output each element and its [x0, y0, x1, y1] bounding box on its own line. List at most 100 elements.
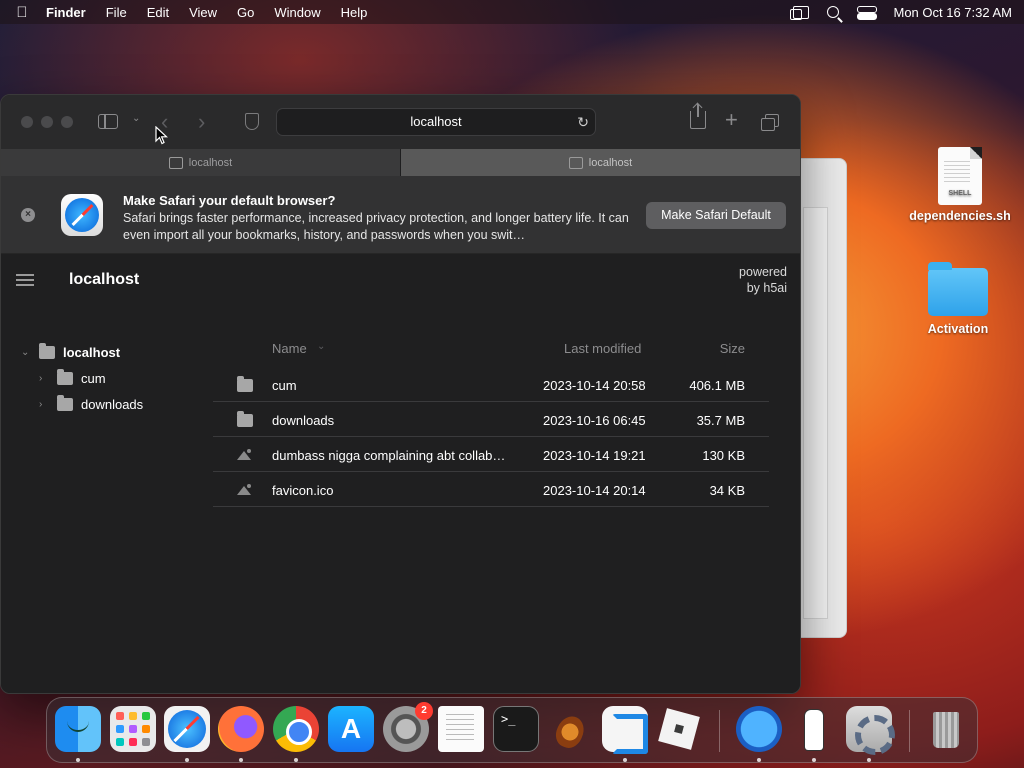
new-tab-button[interactable]: + — [725, 107, 738, 133]
close-banner-icon[interactable]: × — [21, 208, 35, 222]
file-row[interactable]: cum 2023-10-14 20:58 406.1 MB — [213, 367, 769, 402]
desktop-item-label: dependencies.sh — [909, 209, 1011, 223]
make-default-button[interactable]: Make Safari Default — [646, 202, 786, 229]
tab-overview-icon[interactable] — [761, 114, 779, 131]
column-name[interactable]: Name — [272, 341, 307, 356]
dock-settings-icon[interactable] — [846, 706, 895, 755]
dock-garageband-icon[interactable] — [547, 706, 593, 752]
chevron-down-icon[interactable]: ⌄ — [21, 347, 33, 358]
file-modified: 2023-10-14 20:14 — [543, 483, 646, 498]
file-list: Name ⌄ Last modified Size cum 2023-10-14… — [213, 329, 769, 507]
tab-label: localhost — [188, 156, 233, 169]
dock-trash-icon[interactable] — [923, 706, 969, 752]
file-size: 34 KB — [709, 483, 745, 498]
file-row[interactable]: downloads 2023-10-16 06:45 35.7 MB — [213, 402, 769, 437]
file-modified: 2023-10-16 06:45 — [543, 413, 646, 428]
dock-launchpad-icon[interactable] — [110, 706, 156, 752]
notification-badge: 2 — [415, 702, 433, 720]
privacy-shield-icon[interactable] — [245, 113, 259, 130]
menu-file[interactable]: File — [106, 5, 127, 20]
powered-by-label[interactable]: powered by h5ai — [739, 264, 787, 296]
tree-item-root[interactable]: ⌄ localhost — [21, 339, 143, 365]
file-row[interactable]: dumbass nigga complaining abt collab… 20… — [213, 437, 769, 472]
file-size: 406.1 MB — [689, 378, 745, 393]
safari-window: ⌄ ‹ › localhost ↻ + localhost localhost … — [0, 94, 801, 694]
chevron-down-icon[interactable]: ⌄ — [132, 113, 140, 124]
dock-terminal-icon[interactable]: >_ — [493, 706, 539, 752]
menu-bar:  Finder File Edit View Go Window Help M… — [0, 0, 1024, 24]
dock-utility-icon[interactable] — [736, 706, 782, 752]
forward-button[interactable]: › — [198, 109, 205, 135]
tab-localhost-2[interactable]: localhost — [400, 149, 800, 176]
menu-go[interactable]: Go — [237, 5, 254, 20]
banner-text: Safari brings faster performance, increa… — [123, 211, 629, 242]
dock-vscode-icon[interactable] — [602, 706, 648, 754]
desktop-item-activation[interactable]: Activation — [908, 262, 1008, 336]
shell-script-icon: SHELL — [938, 147, 982, 205]
file-name[interactable]: favicon.ico — [272, 483, 512, 498]
desktop-item-label: Activation — [927, 322, 989, 336]
page-title[interactable]: localhost — [69, 271, 139, 289]
menu-app-name[interactable]: Finder — [46, 5, 86, 20]
sidebar-toggle-icon[interactable] — [98, 114, 118, 129]
share-icon[interactable] — [690, 104, 706, 129]
minimize-window-button[interactable] — [41, 116, 53, 128]
chevron-right-icon[interactable]: › — [39, 399, 51, 410]
folder-favicon-icon — [568, 156, 583, 169]
dock-app-store-icon[interactable]: A — [328, 706, 374, 752]
menu-help[interactable]: Help — [341, 5, 368, 20]
column-last-modified[interactable]: Last modified — [564, 341, 641, 356]
zoom-window-button[interactable] — [61, 116, 73, 128]
folder-favicon-icon — [168, 156, 183, 169]
dock: A 2 >_ — [46, 697, 978, 763]
reload-icon[interactable]: ↻ — [577, 109, 589, 135]
menu-view[interactable]: View — [189, 5, 217, 20]
address-bar[interactable]: localhost ↻ — [276, 108, 596, 136]
folder-icon — [57, 368, 73, 385]
apple-menu-icon[interactable]:  — [12, 4, 32, 21]
file-name[interactable]: dumbass nigga complaining abt collab… — [272, 448, 512, 463]
desktop-item-dependencies[interactable]: SHELL dependencies.sh — [905, 147, 1015, 223]
url-text: localhost — [410, 114, 462, 129]
dock-chess-icon[interactable] — [791, 706, 837, 752]
dock-chrome-icon[interactable] — [273, 706, 319, 752]
banner-title: Make Safari your default browser? — [123, 193, 336, 208]
tab-bar: localhost localhost — [1, 149, 800, 176]
tree-item-downloads[interactable]: › downloads — [21, 391, 143, 417]
tab-localhost-1[interactable]: localhost — [1, 149, 400, 176]
dock-roblox-icon[interactable] — [656, 706, 702, 752]
folder-icon — [928, 262, 988, 316]
menubar-clock[interactable]: Mon Oct 16 7:32 AM — [893, 5, 1012, 20]
default-browser-banner: × Make Safari your default browser? Safa… — [1, 176, 800, 254]
dock-firefox-icon[interactable] — [218, 706, 264, 752]
safari-toolbar: ⌄ ‹ › localhost ↻ + — [1, 95, 800, 149]
menu-edit[interactable]: Edit — [147, 5, 169, 20]
folder-icon — [237, 376, 253, 392]
dock-textedit-icon[interactable] — [438, 706, 484, 752]
dock-safari-icon[interactable] — [164, 706, 210, 752]
image-file-icon — [237, 484, 251, 495]
folder-icon — [57, 394, 73, 411]
file-row[interactable]: favicon.ico 2023-10-14 20:14 34 KB — [213, 472, 769, 507]
spotlight-search-icon[interactable] — [827, 6, 840, 18]
file-size: 35.7 MB — [696, 413, 745, 428]
sort-chevron-icon[interactable]: ⌄ — [317, 341, 325, 352]
file-modified: 2023-10-14 20:58 — [543, 378, 646, 393]
tab-label: localhost — [588, 156, 633, 169]
safari-logo-icon — [61, 194, 103, 236]
file-name[interactable]: cum — [272, 378, 512, 393]
file-name[interactable]: downloads — [272, 413, 512, 428]
dock-finder-icon[interactable] — [55, 706, 101, 752]
column-size[interactable]: Size — [720, 341, 745, 356]
menu-window[interactable]: Window — [274, 5, 320, 20]
screen-mirroring-icon[interactable] — [790, 5, 810, 20]
folder-tree: ⌄ localhost › cum › downloads — [21, 339, 143, 417]
chevron-right-icon[interactable]: › — [39, 373, 51, 384]
control-center-icon[interactable] — [857, 6, 878, 20]
tree-item-cum[interactable]: › cum — [21, 365, 143, 391]
folder-icon — [39, 342, 55, 359]
close-window-button[interactable] — [21, 116, 33, 128]
file-modified: 2023-10-14 19:21 — [543, 448, 646, 463]
hamburger-menu-icon[interactable] — [16, 274, 34, 286]
page-content: localhost powered by h5ai ⌄ localhost › … — [1, 254, 800, 693]
